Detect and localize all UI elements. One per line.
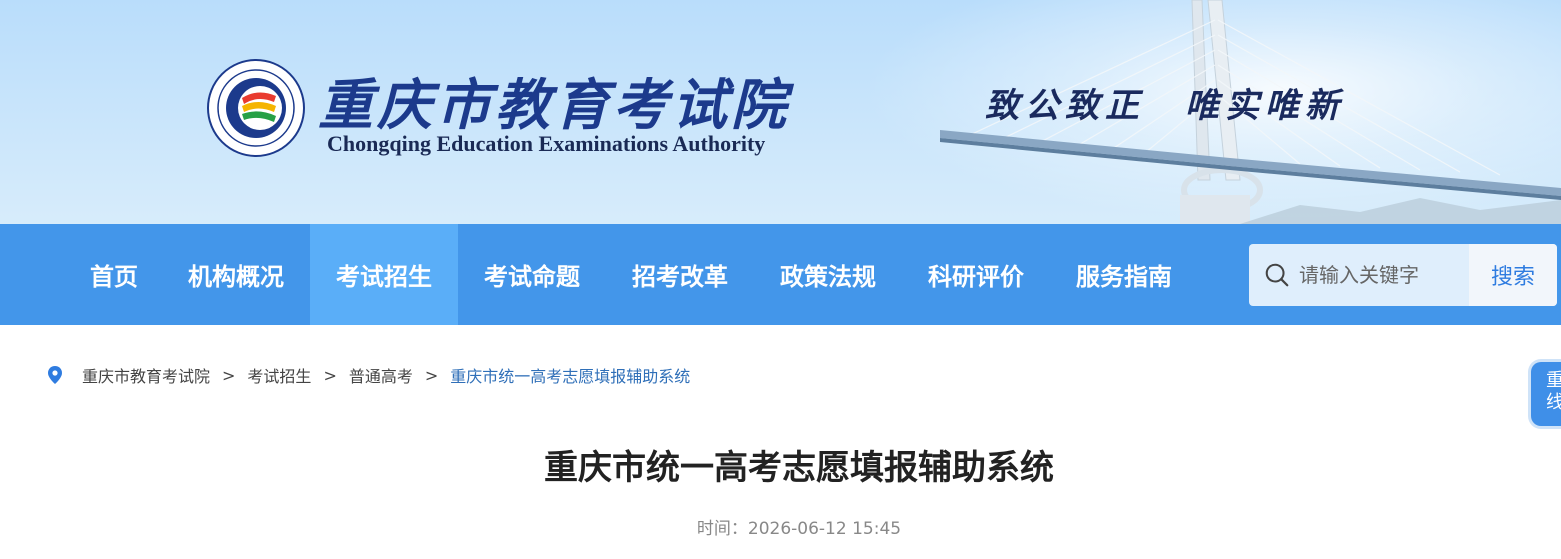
breadcrumb-exam-admission[interactable]: 考试招生 (247, 363, 311, 387)
article-title: 重庆市统一高考志愿填报辅助系统 (544, 448, 1054, 488)
breadcrumb-gaokao[interactable]: 普通高考 (349, 363, 413, 387)
nav-item-exam-proposition[interactable]: 考试命题 (458, 224, 606, 325)
nav-item-policy[interactable]: 政策法规 (754, 224, 902, 325)
side-float-button[interactable]: 重 线 (1531, 362, 1561, 426)
header-banner: 重庆市教育考试院 Chongqing Education Examination… (0, 0, 1561, 224)
search-button[interactable]: 搜索 (1469, 244, 1557, 306)
search-field-wrap (1249, 244, 1469, 306)
nav-item-research[interactable]: 科研评价 (902, 224, 1050, 325)
side-float-label-1: 重 (1546, 370, 1561, 391)
location-pin-icon (48, 366, 62, 384)
breadcrumb-current[interactable]: 重庆市统一高考志愿填报辅助系统 (450, 363, 690, 387)
search-box: 搜索 (1249, 244, 1557, 306)
breadcrumb-separator: > (323, 365, 337, 385)
authority-seal-icon (207, 59, 305, 157)
nav-items: 首页 机构概况 考试招生 考试命题 招考改革 政策法规 科研评价 服务指南 (66, 224, 1198, 325)
breadcrumb-separator: > (424, 365, 439, 385)
breadcrumb-separator: > (222, 365, 236, 385)
side-float-label-2: 线 (1546, 392, 1561, 413)
nav-item-about[interactable]: 机构概况 (162, 224, 310, 325)
breadcrumb: 重庆市教育考试院 > 考试招生 > 普通高考 > 重庆市统一高考志愿填报辅助系统 (48, 364, 690, 386)
breadcrumb-home[interactable]: 重庆市教育考试院 (82, 363, 210, 387)
site-motto: 致公致正 唯实唯新 (985, 86, 1345, 126)
site-title-cn: 重庆市教育考试院 (318, 72, 791, 137)
nav-item-reform[interactable]: 招考改革 (606, 224, 754, 325)
nav-item-service-guide[interactable]: 服务指南 (1050, 224, 1198, 325)
search-input[interactable] (1299, 263, 1469, 287)
article-publish-time: 时间：2026-06-12 15:45 (696, 519, 902, 539)
nav-item-home[interactable]: 首页 (66, 224, 162, 325)
site-title-en: Chongqing Education Examinations Authori… (327, 131, 766, 156)
search-icon (1265, 263, 1289, 287)
nav-item-exam-admission[interactable]: 考试招生 (310, 224, 458, 325)
